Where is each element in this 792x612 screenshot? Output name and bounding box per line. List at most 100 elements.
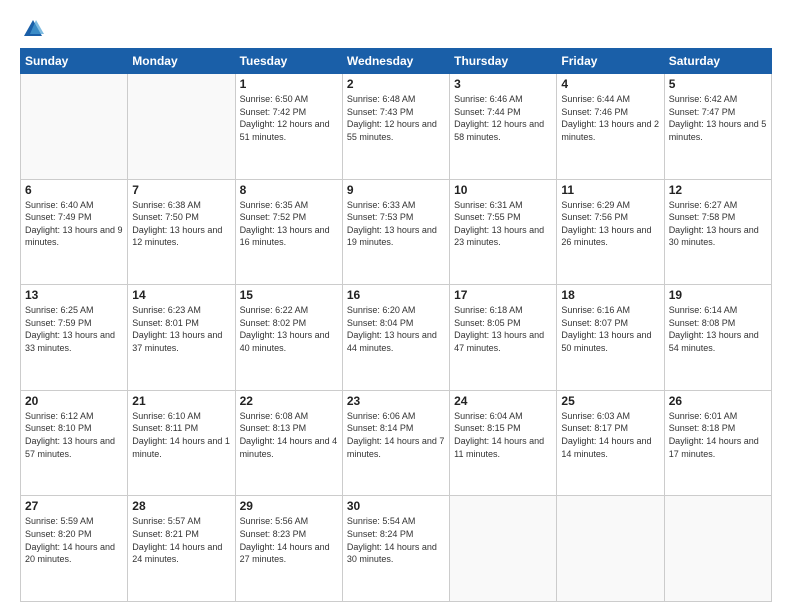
day-number: 28 — [132, 499, 230, 513]
day-info: Sunrise: 5:54 AM Sunset: 8:24 PM Dayligh… — [347, 515, 445, 565]
day-number: 1 — [240, 77, 338, 91]
day-info: Sunrise: 6:27 AM Sunset: 7:58 PM Dayligh… — [669, 199, 767, 249]
page: SundayMondayTuesdayWednesdayThursdayFrid… — [0, 0, 792, 612]
calendar-cell: 26 Sunrise: 6:01 AM Sunset: 8:18 PM Dayli… — [664, 390, 771, 496]
day-info: Sunrise: 6:29 AM Sunset: 7:56 PM Dayligh… — [561, 199, 659, 249]
day-number: 13 — [25, 288, 123, 302]
day-header-saturday: Saturday — [664, 49, 771, 74]
day-info: Sunrise: 6:18 AM Sunset: 8:05 PM Dayligh… — [454, 304, 552, 354]
calendar-cell — [128, 74, 235, 180]
day-info: Sunrise: 6:25 AM Sunset: 7:59 PM Dayligh… — [25, 304, 123, 354]
calendar-cell: 18 Sunrise: 6:16 AM Sunset: 8:07 PM Dayli… — [557, 285, 664, 391]
day-number: 4 — [561, 77, 659, 91]
day-number: 26 — [669, 394, 767, 408]
day-info: Sunrise: 6:23 AM Sunset: 8:01 PM Dayligh… — [132, 304, 230, 354]
calendar-cell: 17 Sunrise: 6:18 AM Sunset: 8:05 PM Dayli… — [450, 285, 557, 391]
header — [20, 18, 772, 40]
day-number: 18 — [561, 288, 659, 302]
day-info: Sunrise: 6:40 AM Sunset: 7:49 PM Dayligh… — [25, 199, 123, 249]
calendar-cell: 23 Sunrise: 6:06 AM Sunset: 8:14 PM Dayli… — [342, 390, 449, 496]
calendar-cell — [450, 496, 557, 602]
calendar-cell: 9 Sunrise: 6:33 AM Sunset: 7:53 PM Daylig… — [342, 179, 449, 285]
calendar-cell: 19 Sunrise: 6:14 AM Sunset: 8:08 PM Dayli… — [664, 285, 771, 391]
calendar-cell: 10 Sunrise: 6:31 AM Sunset: 7:55 PM Dayli… — [450, 179, 557, 285]
day-number: 17 — [454, 288, 552, 302]
calendar-cell: 15Sunrise: 6:22 AM Sunset: 8:02 PM Dayli… — [235, 285, 342, 391]
calendar-week-row: 1Sunrise: 6:50 AM Sunset: 7:42 PM Daylig… — [21, 74, 772, 180]
day-number: 9 — [347, 183, 445, 197]
day-info: Sunrise: 6:44 AM Sunset: 7:46 PM Dayligh… — [561, 93, 659, 143]
day-number: 6 — [25, 183, 123, 197]
day-number: 23 — [347, 394, 445, 408]
calendar-cell: 21 Sunrise: 6:10 AM Sunset: 8:11 PM Dayli… — [128, 390, 235, 496]
calendar-cell: 13 Sunrise: 6:25 AM Sunset: 7:59 PM Dayli… — [21, 285, 128, 391]
day-info: Sunrise: 6:46 AM Sunset: 7:44 PM Dayligh… — [454, 93, 552, 143]
day-number: 19 — [669, 288, 767, 302]
day-info: Sunrise: 6:20 AM Sunset: 8:04 PM Dayligh… — [347, 304, 445, 354]
calendar-cell: 5Sunrise: 6:42 AM Sunset: 7:47 PM Daylig… — [664, 74, 771, 180]
calendar-cell: 30 Sunrise: 5:54 AM Sunset: 8:24 PM Dayli… — [342, 496, 449, 602]
calendar-cell: 2Sunrise: 6:48 AM Sunset: 7:43 PM Daylig… — [342, 74, 449, 180]
logo — [20, 18, 44, 40]
day-header-tuesday: Tuesday — [235, 49, 342, 74]
calendar-cell: 4 Sunrise: 6:44 AM Sunset: 7:46 PM Daylig… — [557, 74, 664, 180]
calendar-table: SundayMondayTuesdayWednesdayThursdayFrid… — [20, 48, 772, 602]
day-info: Sunrise: 6:16 AM Sunset: 8:07 PM Dayligh… — [561, 304, 659, 354]
calendar-cell: 12 Sunrise: 6:27 AM Sunset: 7:58 PM Dayli… — [664, 179, 771, 285]
day-info: Sunrise: 6:42 AM Sunset: 7:47 PM Dayligh… — [669, 93, 767, 143]
day-number: 30 — [347, 499, 445, 513]
calendar-week-row: 20Sunrise: 6:12 AM Sunset: 8:10 PM Dayli… — [21, 390, 772, 496]
day-number: 21 — [132, 394, 230, 408]
calendar-cell: 28 Sunrise: 5:57 AM Sunset: 8:21 PM Dayli… — [128, 496, 235, 602]
calendar-cell: 22Sunrise: 6:08 AM Sunset: 8:13 PM Dayli… — [235, 390, 342, 496]
day-header-wednesday: Wednesday — [342, 49, 449, 74]
day-info: Sunrise: 6:14 AM Sunset: 8:08 PM Dayligh… — [669, 304, 767, 354]
day-number: 16 — [347, 288, 445, 302]
day-number: 11 — [561, 183, 659, 197]
day-number: 15 — [240, 288, 338, 302]
day-number: 22 — [240, 394, 338, 408]
calendar-cell: 6 Sunrise: 6:40 AM Sunset: 7:49 PM Daylig… — [21, 179, 128, 285]
calendar-cell: 16 Sunrise: 6:20 AM Sunset: 8:04 PM Dayli… — [342, 285, 449, 391]
logo-icon — [22, 18, 44, 40]
calendar-cell: 25 Sunrise: 6:03 AM Sunset: 8:17 PM Dayli… — [557, 390, 664, 496]
day-info: Sunrise: 5:59 AM Sunset: 8:20 PM Dayligh… — [25, 515, 123, 565]
calendar-week-row: 27 Sunrise: 5:59 AM Sunset: 8:20 PM Dayli… — [21, 496, 772, 602]
day-number: 12 — [669, 183, 767, 197]
day-info: Sunrise: 6:01 AM Sunset: 8:18 PM Dayligh… — [669, 410, 767, 460]
day-info: Sunrise: 6:03 AM Sunset: 8:17 PM Dayligh… — [561, 410, 659, 460]
calendar-cell — [21, 74, 128, 180]
calendar-cell — [557, 496, 664, 602]
calendar-cell: 8Sunrise: 6:35 AM Sunset: 7:52 PM Daylig… — [235, 179, 342, 285]
calendar-cell: 3Sunrise: 6:46 AM Sunset: 7:44 PM Daylig… — [450, 74, 557, 180]
calendar-cell: 27 Sunrise: 5:59 AM Sunset: 8:20 PM Dayli… — [21, 496, 128, 602]
day-number: 25 — [561, 394, 659, 408]
calendar-cell — [664, 496, 771, 602]
calendar-week-row: 13 Sunrise: 6:25 AM Sunset: 7:59 PM Dayli… — [21, 285, 772, 391]
day-number: 29 — [240, 499, 338, 513]
day-number: 7 — [132, 183, 230, 197]
day-info: Sunrise: 6:38 AM Sunset: 7:50 PM Dayligh… — [132, 199, 230, 249]
calendar-cell: 7 Sunrise: 6:38 AM Sunset: 7:50 PM Daylig… — [128, 179, 235, 285]
calendar-cell: 11 Sunrise: 6:29 AM Sunset: 7:56 PM Dayli… — [557, 179, 664, 285]
day-info: Sunrise: 6:04 AM Sunset: 8:15 PM Dayligh… — [454, 410, 552, 460]
day-number: 27 — [25, 499, 123, 513]
day-info: Sunrise: 6:31 AM Sunset: 7:55 PM Dayligh… — [454, 199, 552, 249]
calendar-cell: 29 Sunrise: 5:56 AM Sunset: 8:23 PM Dayli… — [235, 496, 342, 602]
day-info: Sunrise: 5:57 AM Sunset: 8:21 PM Dayligh… — [132, 515, 230, 565]
day-number: 10 — [454, 183, 552, 197]
day-number: 14 — [132, 288, 230, 302]
day-header-friday: Friday — [557, 49, 664, 74]
day-info: Sunrise: 6:12 AM Sunset: 8:10 PM Dayligh… — [25, 410, 123, 460]
calendar-cell: 20Sunrise: 6:12 AM Sunset: 8:10 PM Dayli… — [21, 390, 128, 496]
calendar-cell: 1Sunrise: 6:50 AM Sunset: 7:42 PM Daylig… — [235, 74, 342, 180]
day-header-sunday: Sunday — [21, 49, 128, 74]
day-number: 8 — [240, 183, 338, 197]
day-info: Sunrise: 6:06 AM Sunset: 8:14 PM Dayligh… — [347, 410, 445, 460]
day-info: Sunrise: 6:48 AM Sunset: 7:43 PM Dayligh… — [347, 93, 445, 143]
day-info: Sunrise: 6:10 AM Sunset: 8:11 PM Dayligh… — [132, 410, 230, 460]
day-info: Sunrise: 5:56 AM Sunset: 8:23 PM Dayligh… — [240, 515, 338, 565]
day-info: Sunrise: 6:33 AM Sunset: 7:53 PM Dayligh… — [347, 199, 445, 249]
calendar-cell: 14 Sunrise: 6:23 AM Sunset: 8:01 PM Dayli… — [128, 285, 235, 391]
day-header-thursday: Thursday — [450, 49, 557, 74]
